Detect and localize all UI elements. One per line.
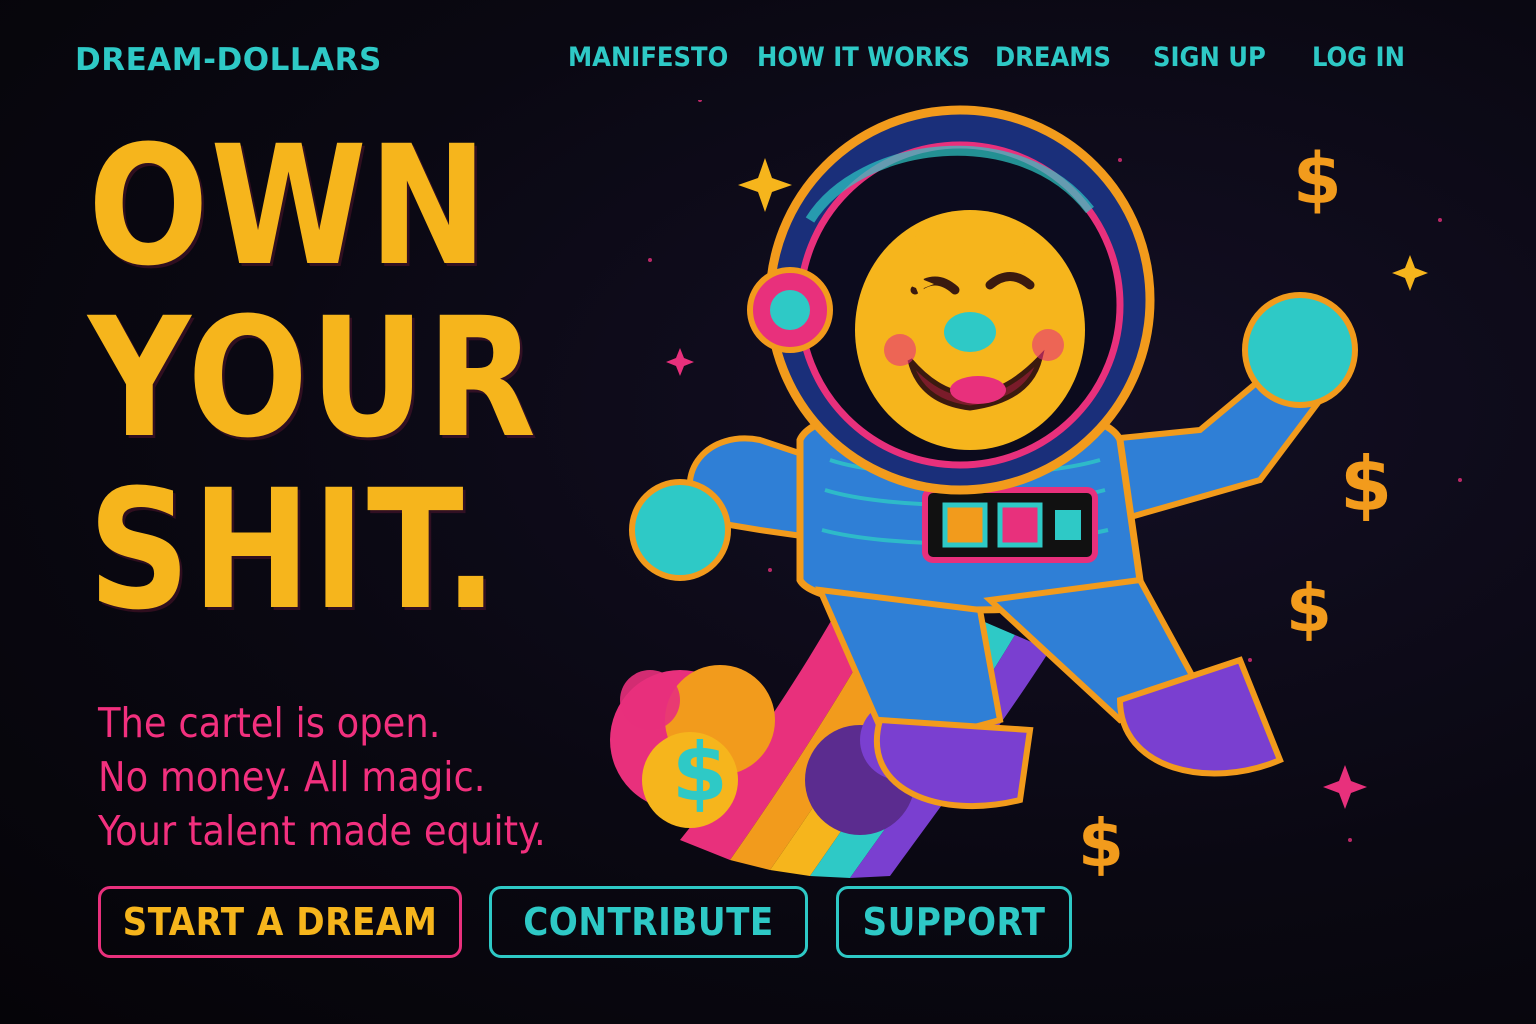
dollar-sign-icon: $ [1286, 570, 1332, 647]
top-nav: MANIFESTO HOW IT WORKS DREAMS SIGN UP LO… [0, 42, 1536, 82]
dollar-sign-icon: $ [1293, 138, 1342, 220]
nav-link-manifesto[interactable]: MANIFESTO [568, 42, 728, 73]
tagline-line-1: The cartel is open. [98, 699, 441, 747]
headline-line-2: YOUR [88, 282, 538, 474]
dollar-sign-icon: $ [1078, 805, 1124, 882]
astronaut-icon: $ [610, 100, 1462, 878]
tagline-line-3: Your talent made equity. [98, 807, 546, 855]
start-a-dream-button[interactable]: START A DREAM [98, 886, 462, 958]
landing-page: DREAM-DOLLARS MANIFESTO HOW IT WORKS DRE… [0, 0, 1536, 1024]
nav-link-dreams[interactable]: DREAMS [995, 42, 1111, 73]
headline-line-3: SHIT. [88, 454, 500, 646]
trail-dollar-sign-icon: $ [672, 726, 728, 819]
nav-link-sign-up[interactable]: SIGN UP [1153, 42, 1266, 73]
dollar-sign-icon: $ [1340, 440, 1393, 528]
hero-tagline: The cartel is open. No money. All magic.… [98, 696, 546, 858]
headline-line-1: OWN [88, 110, 490, 302]
tagline-line-2: No money. All magic. [98, 753, 486, 801]
nav-link-how-it-works[interactable]: HOW IT WORKS [757, 42, 970, 73]
nav-link-log-in[interactable]: LOG IN [1312, 42, 1405, 73]
